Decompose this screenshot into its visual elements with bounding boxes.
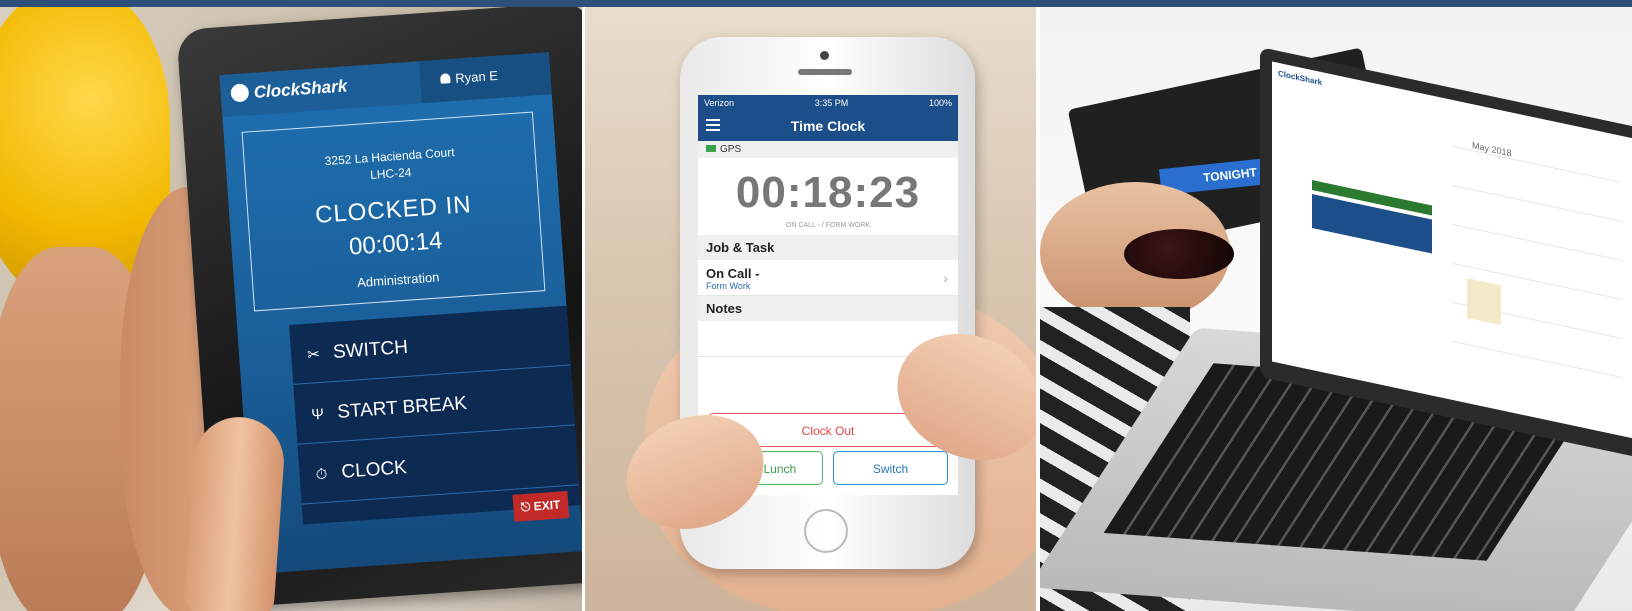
phone-nav-bar: Time Clock: [698, 111, 958, 141]
hamburger-menu-icon[interactable]: [706, 119, 720, 131]
user-icon: [439, 73, 451, 84]
job-name: On Call -: [706, 266, 760, 281]
clock-out-label: CLOCK: [340, 457, 408, 483]
tablet-photo-panel: ClockShark Ryan E 3252 La Hacienda Court…: [0, 7, 612, 611]
tablet-app-header: ClockShark Ryan E: [219, 52, 552, 118]
status-time: 3:35 PM: [814, 98, 849, 108]
job-task-row[interactable]: On Call - Form Work ›: [698, 260, 958, 296]
fork-knife-icon: Ψ: [310, 405, 325, 424]
chevron-right-icon: ›: [943, 270, 948, 286]
top-accent-bar: [0, 0, 1632, 7]
phone-photo-panel: Verizon 3:35 PM 100% Time Clock GPS 00:1…: [585, 7, 1065, 611]
exit-button[interactable]: ⎋ EXIT: [512, 491, 570, 522]
clock-status-card: 3252 La Hacienda Court LHC-24 CLOCKED IN…: [241, 111, 546, 312]
job-task-header: Job & Task: [698, 235, 958, 260]
timer-job-summary: ON CALL - / FORM WORK: [785, 222, 871, 229]
carrier-label: Verizon: [704, 98, 735, 108]
laptop-display: ClockShark May 2018: [1272, 61, 1632, 439]
phone-timer: 00:18:23: [735, 168, 921, 217]
pointing-finger: [183, 414, 287, 611]
battery-label: 100%: [928, 98, 952, 108]
home-button[interactable]: [804, 509, 848, 553]
user-name: Ryan E: [454, 67, 499, 86]
laptop-photo-panel: TONIGHT ClockShark May 2018: [1040, 7, 1632, 611]
gps-signal-icon: [706, 145, 716, 152]
stopwatch-icon: ⏱: [315, 465, 328, 484]
laptop-app-logo: ClockShark: [1278, 68, 1323, 88]
clockshark-logo: ClockShark: [230, 76, 348, 104]
department-label: Administration: [356, 269, 440, 291]
exit-label: EXIT: [533, 497, 561, 514]
logo-text: ClockShark: [253, 76, 348, 102]
shark-logo-icon: [230, 83, 250, 103]
tablet-action-list: ✂ SWITCH Ψ START BREAK ⏱ CLOCK: [289, 305, 581, 525]
start-break-label: START BREAK: [336, 392, 468, 423]
screen-title: Time Clock: [790, 118, 866, 134]
switch-button[interactable]: Switch: [833, 451, 948, 485]
task-name: Form Work: [706, 281, 751, 291]
status-bar: Verizon 3:35 PM 100%: [698, 95, 958, 111]
gps-indicator: GPS: [698, 141, 958, 158]
switch-label: SWITCH: [332, 336, 409, 363]
gps-label: GPS: [720, 144, 742, 155]
user-menu[interactable]: Ryan E: [419, 52, 552, 104]
computer-mouse: [1124, 229, 1234, 279]
calendar-highlight-cell[interactable]: [1467, 277, 1501, 326]
scissors-icon: ✂: [306, 345, 321, 364]
camera-icon: [820, 51, 829, 60]
calendar-grid: [1452, 129, 1622, 416]
speaker-grille: [798, 69, 852, 75]
job-address: 3252 La Hacienda Court LHC-24: [244, 139, 536, 193]
notes-header: Notes: [698, 296, 958, 321]
